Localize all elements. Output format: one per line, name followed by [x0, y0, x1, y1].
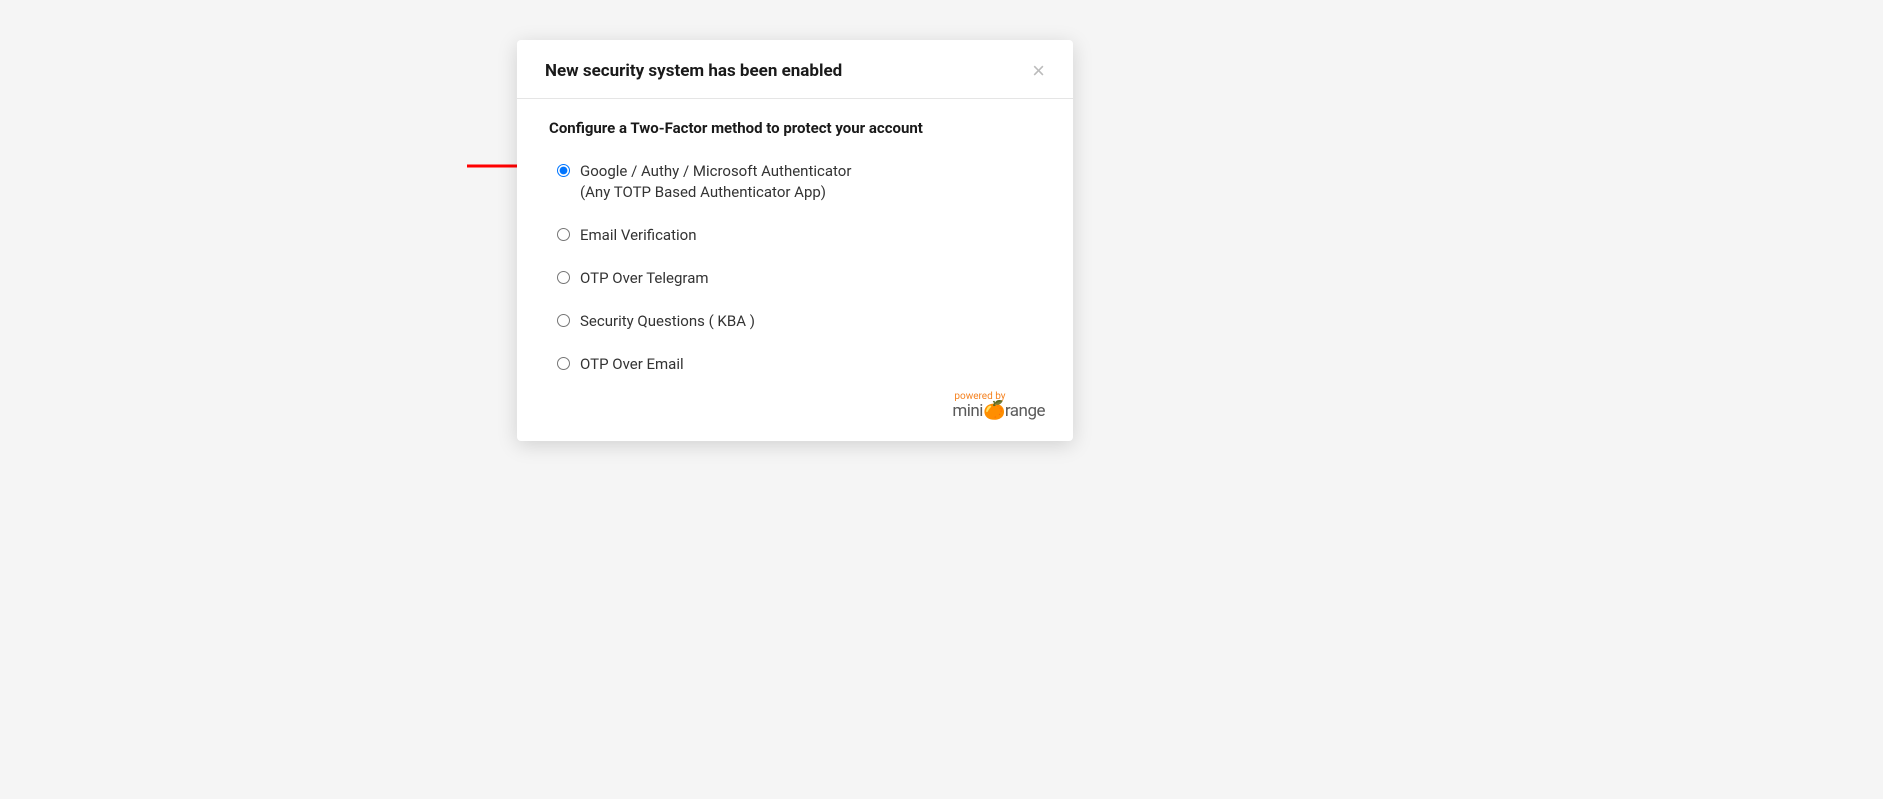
close-icon: ×: [1032, 58, 1045, 83]
orange-icon: 🍊: [983, 400, 1005, 421]
radio-otp-email[interactable]: [557, 357, 570, 370]
option-otp-email[interactable]: OTP Over Email: [557, 354, 1041, 375]
option-security-questions[interactable]: Security Questions ( KBA ): [557, 311, 1041, 332]
modal-body: Configure a Two-Factor method to protect…: [517, 99, 1073, 391]
option-label: Email Verification: [580, 225, 696, 246]
radio-authenticator[interactable]: [557, 164, 570, 177]
option-label: OTP Over Email: [580, 354, 684, 375]
option-label: OTP Over Telegram: [580, 268, 709, 289]
modal-footer: powered by mini🍊range: [517, 391, 1073, 441]
powered-by-branding: powered by mini🍊range: [952, 391, 1045, 421]
two-factor-options: Google / Authy / Microsoft Authenticator…: [557, 161, 1041, 375]
radio-otp-telegram[interactable]: [557, 271, 570, 284]
modal-subtitle: Configure a Two-Factor method to protect…: [549, 119, 1041, 137]
option-authenticator[interactable]: Google / Authy / Microsoft Authenticator…: [557, 161, 1041, 203]
modal-title: New security system has been enabled: [545, 61, 842, 81]
close-button[interactable]: ×: [1032, 60, 1045, 82]
option-label: Google / Authy / Microsoft Authenticator…: [580, 161, 851, 203]
security-modal: New security system has been enabled × C…: [517, 40, 1073, 441]
option-label: Security Questions ( KBA ): [580, 311, 755, 332]
radio-security-questions[interactable]: [557, 314, 570, 327]
option-otp-telegram[interactable]: OTP Over Telegram: [557, 268, 1041, 289]
radio-email-verification[interactable]: [557, 228, 570, 241]
miniorange-logo: mini🍊range: [952, 401, 1045, 421]
modal-header: New security system has been enabled ×: [517, 40, 1073, 99]
option-email-verification[interactable]: Email Verification: [557, 225, 1041, 246]
